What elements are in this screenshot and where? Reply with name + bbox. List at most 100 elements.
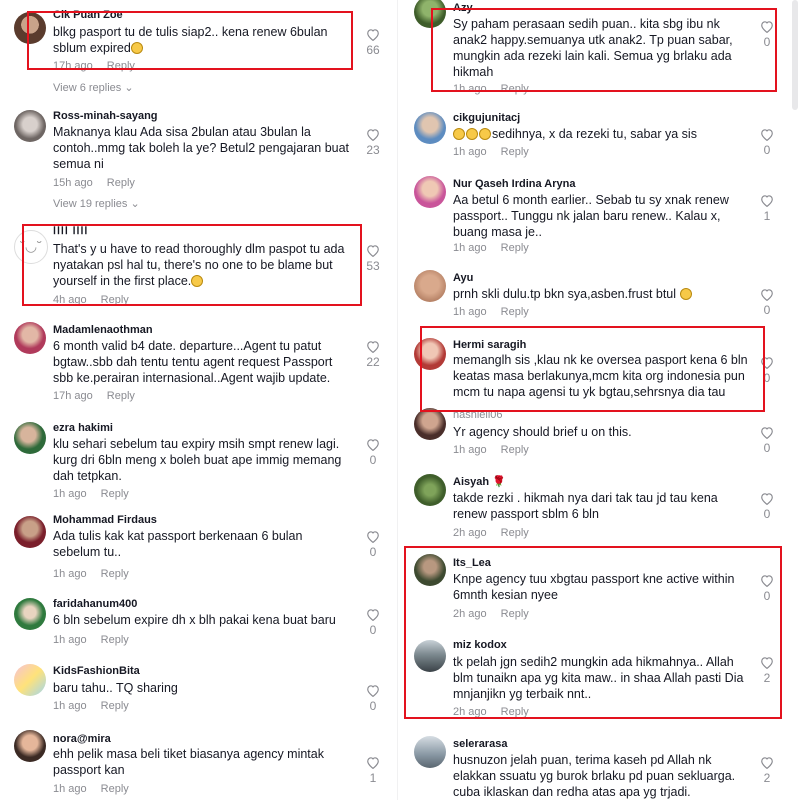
like-count: 23 (366, 143, 380, 157)
comment-username[interactable]: Madamlenaothman (53, 324, 153, 336)
reply-button[interactable]: Reply (501, 306, 529, 318)
heart-icon (761, 195, 773, 207)
heart-icon (761, 427, 773, 439)
reply-button[interactable]: Reply (101, 634, 129, 646)
comment-username[interactable]: Aisyah 🌹 (453, 475, 506, 488)
comment-username[interactable]: cikgujunitacj (453, 112, 520, 124)
comment-username[interactable]: Ayu (453, 272, 473, 284)
view-replies-button[interactable]: View 6 replies ⌄ (53, 81, 134, 94)
avatar[interactable] (14, 110, 46, 142)
avatar[interactable] (414, 176, 446, 208)
comment-time: 1h ago (453, 306, 487, 318)
reply-button[interactable]: Reply (501, 242, 529, 254)
like-button[interactable]: 23 (358, 128, 388, 157)
like-button[interactable]: 53 (358, 244, 388, 273)
comment-meta: 1h ago Reply (53, 783, 129, 795)
like-button[interactable]: 0 (358, 684, 388, 713)
avatar[interactable] (414, 112, 446, 144)
comment-meta: 1h ago Reply (453, 242, 529, 254)
comment-meta: 1h ago Reply (453, 146, 529, 158)
like-button[interactable]: 0 (358, 608, 388, 637)
avatar[interactable] (414, 474, 446, 506)
heart-icon (761, 129, 773, 141)
avatar[interactable] (414, 408, 446, 440)
like-button[interactable]: 0 (358, 438, 388, 467)
scrollbar[interactable] (792, 0, 798, 110)
reply-button[interactable]: Reply (101, 700, 129, 712)
comment-text: sedihnya, x da rezeki tu, sabar ya sis (453, 126, 753, 142)
comment-meta: 1h ago Reply (453, 444, 529, 456)
comment-text: Maknanya klau Ada sisa 2bulan atau 3bula… (53, 125, 350, 171)
avatar[interactable] (14, 730, 46, 762)
comment-username[interactable]: Mohammad Firdaus (53, 514, 157, 526)
comment-username[interactable]: ezra hakimi (53, 422, 113, 434)
like-count: 53 (366, 259, 380, 273)
reply-button[interactable]: Reply (101, 783, 129, 795)
like-button[interactable]: 0 (358, 530, 388, 559)
reply-button[interactable]: Reply (107, 177, 135, 189)
like-count: 0 (763, 303, 771, 317)
comment-meta: 17h ago Reply (53, 390, 135, 402)
comment-meta: 15h ago Reply (53, 177, 135, 189)
highlight-box (420, 326, 765, 412)
comment-username[interactable]: faridahanum400 (53, 598, 137, 610)
avatar[interactable] (14, 422, 46, 454)
avatar[interactable] (14, 664, 46, 696)
heart-icon (367, 439, 379, 451)
sad-emoji-icon (466, 128, 478, 140)
heart-icon (367, 531, 379, 543)
reply-button[interactable]: Reply (501, 146, 529, 158)
like-count: 0 (369, 545, 377, 559)
like-button[interactable]: 22 (358, 340, 388, 369)
comment-text: Yr agency should brief u on this. (453, 425, 632, 439)
like-button[interactable]: 1 (358, 756, 388, 785)
reply-button[interactable]: Reply (101, 568, 129, 580)
like-button[interactable]: 0 (752, 492, 782, 521)
comment-meta: 1h ago Reply (53, 488, 129, 500)
heart-icon (761, 493, 773, 505)
heart-icon (761, 289, 773, 301)
heart-icon (367, 609, 379, 621)
avatar[interactable] (14, 598, 46, 630)
column-divider (397, 0, 398, 800)
like-button[interactable]: 0 (752, 426, 782, 455)
sad-emoji-icon (479, 128, 491, 140)
heart-icon (367, 341, 379, 353)
heart-icon (367, 245, 379, 257)
comment-username[interactable]: selerarasa (453, 738, 507, 750)
like-button[interactable]: 2 (752, 756, 782, 785)
heart-icon (367, 129, 379, 141)
comment-time: 15h ago (53, 177, 93, 189)
comment-username[interactable]: nora@mira (53, 733, 111, 745)
avatar[interactable] (414, 736, 446, 768)
comment-text: prnh skli dulu.tp bkn sya,asben.frust bt… (453, 286, 753, 302)
avatar[interactable] (414, 270, 446, 302)
comment-meta: 1h ago Reply (53, 568, 129, 580)
like-button[interactable]: 1 (752, 194, 782, 223)
like-count: 0 (369, 623, 377, 637)
comment-username[interactable]: KidsFashionBita (53, 665, 140, 677)
like-count: 66 (366, 43, 380, 57)
view-replies-button[interactable]: View 19 replies ⌄ (53, 197, 140, 210)
comment-text: 6 bln sebelum expire dh x blh pakai kena… (53, 613, 336, 627)
avatar[interactable] (14, 322, 46, 354)
comment-time: 1h ago (53, 700, 87, 712)
sad-emoji-icon (453, 128, 465, 140)
like-button[interactable]: 0 (752, 128, 782, 157)
reply-button[interactable]: Reply (101, 488, 129, 500)
comment-text: Aa betul 6 month earlier.. Sebab tu sy x… (453, 193, 729, 239)
comment-username[interactable]: Ross-minah-sayang (53, 110, 158, 122)
comment-text: 6 month valid b4 date. departure...Agent… (53, 339, 333, 385)
comment-time: 1h ago (453, 242, 487, 254)
reply-button[interactable]: Reply (107, 390, 135, 402)
like-button[interactable]: 66 (358, 28, 388, 57)
comment-meta: 2h ago Reply (453, 527, 529, 539)
reply-button[interactable]: Reply (501, 444, 529, 456)
comment-username[interactable]: Nur Qaseh Irdina Aryna (453, 178, 575, 190)
smirk-emoji-icon (679, 288, 692, 300)
reply-button[interactable]: Reply (501, 527, 529, 539)
like-button[interactable]: 0 (752, 288, 782, 317)
like-count: 0 (763, 507, 771, 521)
like-count: 0 (763, 441, 771, 455)
avatar[interactable] (14, 516, 46, 548)
